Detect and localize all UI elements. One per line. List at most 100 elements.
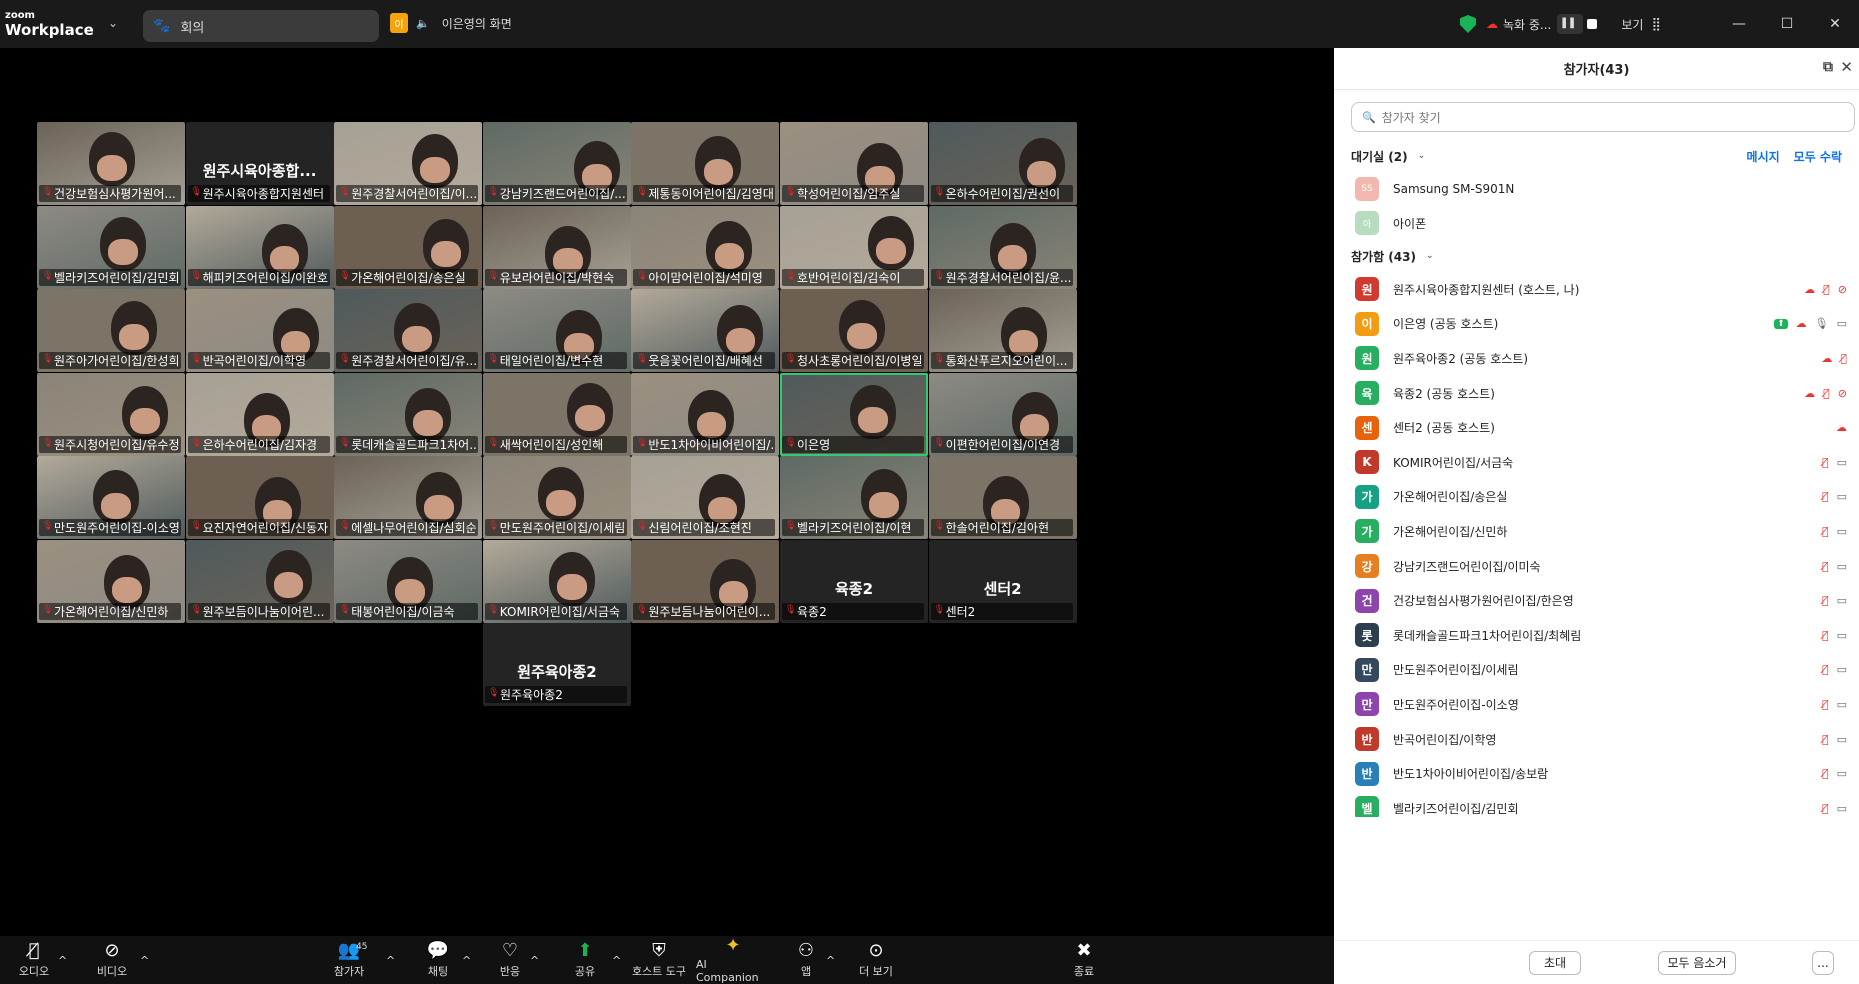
apps-options-caret[interactable]: ^ — [826, 936, 835, 984]
video-tile[interactable]: 🎙 롯데캐슬골드파크1차어... — [334, 372, 483, 456]
participant-row[interactable]: 원 원주육아종2 (공동 호스트) ☁ 🎙̸ — [1334, 341, 1859, 376]
participant-search-input[interactable]: 🔍 참가자 찾기 — [1351, 102, 1855, 132]
mic-off-icon[interactable]: 🎙̸ — [1823, 283, 1830, 296]
reactions-options-caret[interactable]: ^ — [530, 936, 539, 984]
video-tile[interactable]: 🎙 만도원주어린이집-이소영 — [37, 456, 185, 539]
video-tile[interactable]: 🎙 원주시청어린이집/유수정 — [37, 372, 185, 456]
participant-row[interactable]: 육 육종2 (공동 호스트) ☁ 🎙̸ ⊘ — [1334, 376, 1859, 411]
participant-row[interactable]: 센 센터2 (공동 호스트) ☁ — [1334, 410, 1859, 445]
reactions-button[interactable]: ♡ 반응 — [492, 936, 528, 984]
video-options-caret[interactable]: ^ — [140, 936, 149, 984]
popout-icon[interactable]: ⧉ — [1823, 59, 1833, 75]
video-tile[interactable]: 원주육아종2 🎙 원주육아종2 — [483, 623, 631, 706]
participant-row[interactable]: 원 원주시육아종합지원센터 (호스트, 나) ☁ 🎙̸ ⊘ — [1334, 272, 1859, 307]
meeting-tab[interactable]: 🐾 회의 — [143, 10, 379, 42]
video-off-icon[interactable]: ⊘ — [1838, 387, 1847, 400]
message-button[interactable]: 메시지 — [1747, 148, 1780, 165]
participant-row[interactable]: 건 건강보험심사평가원어린이집/한은영 🎙̸ ▭ — [1334, 583, 1859, 618]
video-tile[interactable]: 🎙 원주보듬이나눔이어린... — [185, 539, 334, 623]
participant-row[interactable]: 만 만도원주어린이집/이세림 🎙̸ ▭ — [1334, 653, 1859, 688]
admit-all-button[interactable]: 모두 수락 — [1794, 148, 1842, 165]
video-icon[interactable]: ▭ — [1837, 663, 1847, 676]
host-tools-button[interactable]: ⛨ 호스트 도구 — [630, 936, 688, 984]
video-tile[interactable]: 🎙 호반어린이집/김숙이 — [780, 205, 928, 289]
video-tile[interactable]: 🎙 반도1차아이비어린이집/... — [631, 372, 780, 456]
cloud-record-icon[interactable]: ☁ — [1836, 421, 1847, 434]
video-tile[interactable]: 센터2 🎙 센터2 — [928, 539, 1077, 623]
video-tile[interactable]: 🎙 벨라키즈어린이집/김민회 — [37, 205, 185, 289]
waiting-room-header[interactable]: 대기실 (2) ⌄ 메시지 모두 수락 — [1334, 140, 1859, 172]
video-tile[interactable]: 🎙 태봉어린이집/이금숙 — [334, 539, 483, 623]
video-tile[interactable]: 원주시육아종합... 🎙 원주시육아종합지원센터 — [185, 122, 334, 205]
more-options-button[interactable]: ... — [1812, 950, 1834, 975]
mic-off-icon[interactable]: 🎙̸ — [1822, 594, 1829, 607]
video-tile[interactable]: 🎙 반곡어린이집/이학영 — [185, 289, 334, 372]
cloud-record-icon[interactable]: ☁ — [1804, 387, 1815, 400]
video-tile[interactable]: 🎙 가온해어린이집/신민하 — [37, 539, 185, 623]
chevron-down-icon[interactable]: ⌄ — [108, 16, 118, 30]
video-tile[interactable]: 🎙 이편한어린이집/이연경 — [928, 372, 1077, 456]
mic-off-icon[interactable]: 🎙̸ — [1822, 698, 1829, 711]
video-tile[interactable]: 🎙 만도원주어린이집/이세림 — [482, 456, 631, 539]
video-icon[interactable]: ▭ — [1837, 802, 1847, 815]
mic-off-icon[interactable]: 🎙̸ — [1822, 663, 1829, 676]
mic-off-icon[interactable]: 🎙̸ — [1822, 560, 1829, 573]
chat-button[interactable]: 💬 채팅 — [420, 936, 456, 984]
maximize-button[interactable]: ☐ — [1763, 16, 1811, 32]
video-tile[interactable]: 🎙 웃음꽃어린이집/배혜선 — [631, 289, 780, 372]
apps-button[interactable]: ⚇ 앱 — [792, 936, 820, 984]
participant-row[interactable]: 강 강남키즈랜드어린이집/이미숙 🎙̸ ▭ — [1334, 549, 1859, 584]
video-tile[interactable]: 🎙 원주경찰서어린이집/유... — [334, 289, 483, 372]
video-tile[interactable]: 🎙 강남키즈랜드어린이집/... — [482, 122, 631, 205]
video-tile[interactable]: 🎙 건강보험심사평가원어... — [37, 122, 185, 205]
mute-all-button[interactable]: 모두 음소거 — [1658, 950, 1736, 975]
video-icon[interactable]: ▭ — [1837, 490, 1847, 503]
pause-record-button[interactable]: ▌▌ — [1557, 14, 1584, 34]
video-tile[interactable]: 🎙 요진자연어린이집/신동자 — [185, 456, 334, 539]
mic-off-icon[interactable]: 🎙̸ — [1822, 456, 1829, 469]
video-tile[interactable]: 🎙 원주아가어린이집/한성희 — [37, 289, 185, 372]
participant-row[interactable]: 벨 벨라키즈어린이집/김민회 🎙̸ ▭ — [1334, 791, 1859, 817]
share-screen-icon[interactable]: ⬆ — [1774, 318, 1788, 329]
video-icon[interactable]: ▭ — [1837, 456, 1847, 469]
mic-off-icon[interactable]: 🎙̸ — [1822, 733, 1829, 746]
stop-record-button[interactable] — [1587, 19, 1598, 29]
audio-button[interactable]: 🎙̸ 오디오 — [14, 936, 54, 984]
close-window-button[interactable]: ✕ — [1811, 16, 1859, 32]
video-tile[interactable]: 🎙 한솔어린이집/김아현 — [928, 456, 1077, 539]
video-tile[interactable]: 🎙 새싹어린이집/성인해 — [482, 372, 631, 456]
participant-row[interactable]: K KOMIR어린이집/서금숙 🎙̸ ▭ — [1334, 445, 1859, 480]
shield-icon[interactable] — [1459, 15, 1476, 33]
video-icon[interactable]: ▭ — [1837, 629, 1847, 642]
video-tile[interactable]: 🎙 KOMIR어린이집/서금숙 — [482, 539, 631, 623]
chat-options-caret[interactable]: ^ — [462, 936, 471, 984]
close-panel-icon[interactable]: ✕ — [1840, 58, 1853, 76]
video-tile[interactable]: 🎙 원주경찰서어린이집/윤... — [928, 205, 1077, 289]
video-tile[interactable]: 🎙 학성어린이집/임주실 — [780, 122, 928, 205]
more-button[interactable]: ⊙ 더 보기 — [856, 936, 896, 984]
minimize-button[interactable]: — — [1715, 16, 1763, 32]
participant-row[interactable]: 이 이은영 (공동 호스트) ⬆ ☁ 🎙 ▭ — [1334, 307, 1859, 342]
video-tile[interactable]: 🎙 청사초롱어린이집/이병일 — [780, 289, 928, 372]
participant-row[interactable]: 반 반곡어린이집/이학영 🎙̸ ▭ — [1334, 722, 1859, 757]
video-tile[interactable]: 🎙 가온해어린이집/송은실 — [334, 205, 483, 289]
video-icon[interactable]: ▭ — [1837, 560, 1847, 573]
end-button[interactable]: ✖ 종료 — [1070, 936, 1098, 984]
joined-header[interactable]: 참가함 (43) ⌄ — [1334, 240, 1859, 272]
video-icon[interactable]: ▭ — [1837, 594, 1847, 607]
cloud-record-icon[interactable]: ☁ — [1821, 352, 1832, 365]
invite-button[interactable]: 초대 — [1529, 950, 1581, 975]
mic-off-icon[interactable]: 🎙̸ — [1822, 629, 1829, 642]
view-button[interactable]: 보기 — [1621, 16, 1643, 33]
video-tile[interactable]: 🎙 신림어린이집/조현진 — [631, 456, 780, 539]
share-button[interactable]: ⬆ 공유 — [566, 936, 604, 984]
mic-off-icon[interactable]: 🎙̸ — [1822, 490, 1829, 503]
participants-button[interactable]: 👥 45 참가자 — [326, 936, 372, 984]
participant-row[interactable]: 롯 롯데캐슬골드파크1차어린이집/최혜림 🎙̸ ▭ — [1334, 618, 1859, 653]
participants-options-caret[interactable]: ^ — [386, 936, 395, 984]
video-tile[interactable]: 🎙 제통동이어린이집/김영대 — [631, 122, 780, 205]
participant-row[interactable]: 반 반도1차아이비어린이집/송보람 🎙̸ ▭ — [1334, 756, 1859, 791]
waiting-row[interactable]: 아 아이폰 — [1334, 206, 1859, 240]
video-icon[interactable]: ▭ — [1837, 733, 1847, 746]
video-tile[interactable]: 🎙 아이맘어린이집/석미영 — [631, 205, 780, 289]
